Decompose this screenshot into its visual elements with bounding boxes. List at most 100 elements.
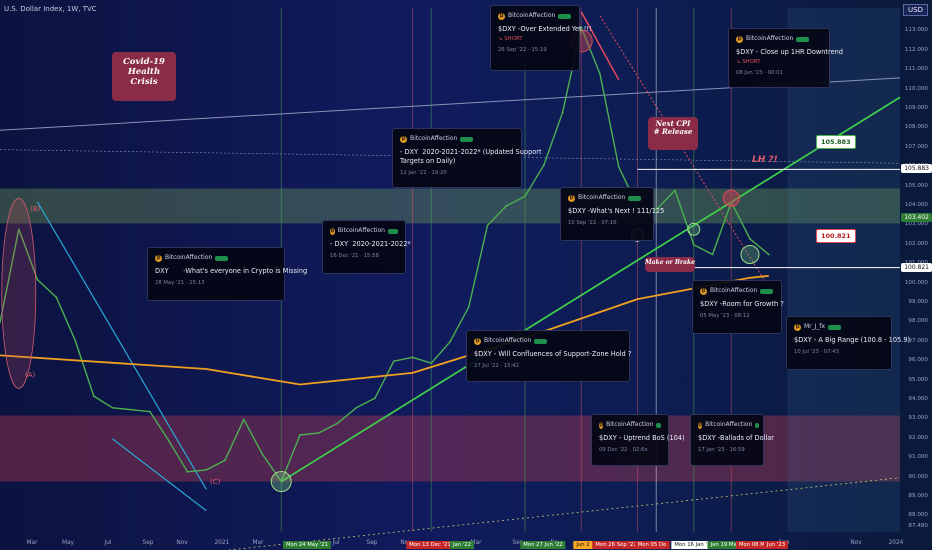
symbol-title: U.S. Dollar Index, 1W, TVC [4, 5, 97, 13]
data-point [149, 410, 151, 413]
x-tick-label: 2021 [214, 540, 230, 546]
author-name[interactable]: BitcoinAffection [746, 35, 793, 43]
data-point [224, 459, 226, 462]
data-point [617, 166, 620, 169]
y-tick-label: 93.000 [908, 415, 928, 422]
y-tick-label: 100.000 [904, 279, 928, 286]
resistance-zone [0, 188, 900, 224]
idea-title[interactable]: $DXY -What's Next ! 111/125 [568, 207, 664, 216]
idea-title[interactable]: $DXY -Ballads of Dollar [698, 434, 774, 443]
idea-card-header: ₿ BitcoinAffection [736, 35, 822, 43]
author-name[interactable]: BitcoinAffection [606, 421, 653, 429]
idea-card[interactable]: ₿ BitcoinAffection $DXY - Uptrend BoS (104… [591, 414, 685, 466]
price-level-label: 100.821 [816, 229, 856, 243]
y-tick-label: 96.000 [908, 357, 928, 364]
idea-card[interactable]: ₿ BitcoinAffection $DXY -Ballads of Dollar… [690, 414, 774, 466]
make-or-brake-callout[interactable]: Make or Brake [645, 257, 695, 272]
author-name[interactable]: Mr_J_fx [804, 323, 825, 331]
author-name[interactable]: BitcoinAffection [484, 337, 531, 345]
idea-card[interactable]: ₿ BitcoinAffection DXY -What's everyone in… [147, 247, 307, 301]
x-event-badge: Mon 27 Jun '22 [520, 541, 566, 549]
author-name[interactable]: BitcoinAffection [410, 135, 457, 143]
data-point [186, 470, 189, 473]
idea-date: 17 Jan '23 · 16:59 [698, 446, 745, 453]
author-name[interactable]: BitcoinAffection [705, 421, 752, 429]
data-point [299, 434, 301, 436]
support-zone [0, 415, 900, 482]
bottom-highlight [270, 471, 292, 493]
idea-card[interactable]: ₿ BitcoinAffection - DXY 2020-2021-2022* 16… [322, 220, 411, 274]
y-tick-label: 102.000 [904, 240, 928, 247]
idea-date: 05 May '23 · 08:12 [700, 312, 750, 319]
y-tick-label: 92.000 [908, 434, 928, 441]
idea-card[interactable]: ₿ Mr_J_fx $DXY - A Big Range (100.8 - 105.… [786, 316, 910, 370]
data-point [467, 305, 470, 308]
data-point [411, 356, 414, 359]
idea-title[interactable]: $DXY -Over Extended Yet !!! [498, 25, 592, 34]
idea-title[interactable]: - DXY 2020-2021-2022* [330, 240, 411, 249]
author-name[interactable]: BitcoinAffection [508, 12, 555, 20]
idea-date: 12 Jan '22 · 19:20 [400, 169, 447, 176]
y-tick-label: 88.000 [908, 512, 928, 519]
pro-badge-icon [558, 13, 572, 19]
idea-title[interactable]: $DXY - Will Confluences of Support-Zone … [474, 350, 631, 359]
data-point [674, 189, 676, 192]
y-tick-label: 107.000 [904, 143, 928, 150]
x-tick-label: Sep [142, 540, 154, 546]
idea-card-header: ₿ BitcoinAffection [700, 287, 774, 295]
pro-badge-icon [387, 228, 398, 234]
idea-date: 26 Sep '22 · 15:19 [498, 47, 547, 54]
idea-card[interactable]: ₿ BitcoinAffection - DXY 2020-2021-2022* (… [392, 128, 542, 188]
y-tick-label: 110.000 [904, 85, 928, 92]
idea-date: 10 Jul '23 · 07:43 [794, 348, 840, 355]
x-event-badge: Mon 05 De [634, 541, 670, 549]
pivot-label: (A) [25, 371, 36, 379]
pivot-label: LH ?! [752, 155, 778, 165]
data-point [130, 408, 133, 411]
idea-card[interactable]: ₿ BitcoinAffection $DXY -Over Extended Yet… [490, 5, 592, 71]
axis-price-tag: 105.883 [901, 164, 932, 174]
idea-title[interactable]: $DXY - Close up 1HR Downtrend [736, 48, 843, 57]
pro-badge-icon [534, 338, 548, 344]
y-tick-label: 113.000 [904, 27, 928, 34]
data-point [111, 406, 114, 409]
author-avatar-icon: ₿ [498, 12, 505, 20]
idea-card[interactable]: ₿ BitcoinAffection $DXY - Close up 1HR Dow… [728, 28, 843, 88]
author-name[interactable]: BitcoinAffection [578, 194, 625, 202]
idea-date: 27 Jul '22 · 15:42 [474, 362, 520, 369]
author-avatar-icon: ₿ [736, 35, 743, 43]
pro-badge-icon [755, 422, 760, 428]
idea-title[interactable]: $DXY - Uptrend BoS (104) [599, 434, 685, 443]
currency-button[interactable]: USD [903, 4, 928, 16]
x-event-badge: Mon 24 May '21 [282, 541, 332, 549]
idea-card[interactable]: ₿ BitcoinAffection $DXY -Room for Growth ?… [692, 280, 784, 334]
idea-title[interactable]: $DXY - A Big Range (100.8 - 105.9) [794, 336, 910, 345]
idea-date: 16 Dec '21 · 15:58 [330, 252, 379, 259]
idea-card[interactable]: ₿ BitcoinAffection $DXY -What's Next ! 111… [560, 187, 664, 241]
pro-badge-icon [760, 288, 774, 294]
author-name[interactable]: BitcoinAffection [338, 227, 385, 235]
data-point [167, 439, 170, 442]
author-name[interactable]: BitcoinAffection [710, 287, 757, 295]
x-event-badge: Jan '22 [449, 541, 475, 549]
y-tick-label: 108.000 [904, 124, 928, 131]
data-point [449, 340, 451, 343]
pro-badge-icon [460, 136, 474, 142]
chart-stage[interactable]: U.S. Dollar Index, 1W, TVC USD 113.000 11… [0, 0, 932, 550]
price-level-label: 105.883 [816, 135, 856, 149]
idea-card[interactable]: ₿ BitcoinAffection $DXY - Will Confluences… [466, 330, 631, 382]
cpi-callout[interactable]: Next CPI # Release [648, 117, 698, 150]
data-point [355, 406, 358, 409]
idea-title[interactable]: DXY -What's everyone in Crypto is Missin… [155, 267, 307, 276]
covid-callout[interactable]: Covid-19 Health Crisis [112, 52, 176, 101]
idea-title[interactable]: $DXY -Room for Growth ? [700, 300, 784, 309]
idea-title[interactable]: - DXY 2020-2021-2022* (Updated Support T… [400, 148, 542, 166]
x-tick-label: May [62, 540, 74, 546]
x-event-badge: Jun 2 [573, 541, 593, 549]
idea-card-header: ₿ BitcoinAffection [498, 12, 572, 20]
data-point [430, 362, 433, 365]
author-avatar-icon: ₿ [330, 227, 335, 235]
data-point [542, 164, 545, 167]
x-tick-label: Nov [176, 540, 188, 546]
author-name[interactable]: BitcoinAffection [165, 254, 212, 262]
